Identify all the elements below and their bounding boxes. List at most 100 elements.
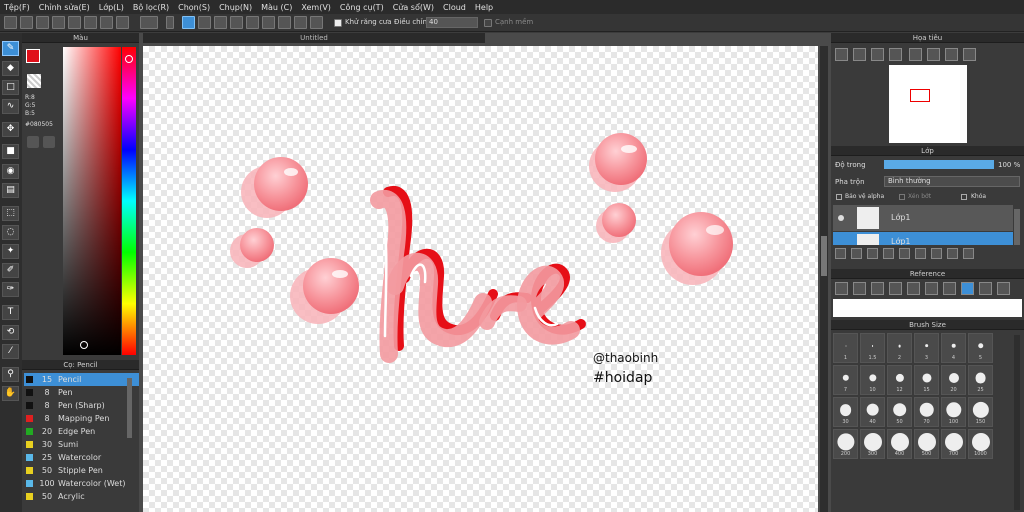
- brush-size-cell[interactable]: 5: [968, 333, 993, 363]
- canvas-tab[interactable]: Untitled: [143, 33, 485, 43]
- antialias-checkbox[interactable]: [334, 19, 342, 27]
- reference-zoom-in-icon[interactable]: [889, 282, 902, 295]
- reference-flip-icon[interactable]: [997, 282, 1010, 295]
- reference-view[interactable]: [833, 299, 1022, 317]
- brush-size-cell[interactable]: 2: [887, 333, 912, 363]
- new-layer-icon[interactable]: [835, 248, 846, 259]
- hue-slider[interactable]: [122, 47, 136, 355]
- fill-tool-icon[interactable]: ◉: [2, 164, 19, 179]
- menu-item[interactable]: Cửa sổ(W): [393, 3, 434, 12]
- visibility-icon[interactable]: [838, 215, 844, 221]
- reference-add-icon[interactable]: [835, 282, 848, 295]
- hand-tool-icon[interactable]: ✋: [2, 386, 19, 401]
- save-icon[interactable]: [68, 16, 81, 29]
- actual-size-icon[interactable]: [889, 48, 902, 61]
- rotate-right-icon[interactable]: [927, 48, 940, 61]
- brush-size-cell[interactable]: 50: [887, 397, 912, 427]
- snap-vanish-icon[interactable]: [230, 16, 243, 29]
- snap-circle-icon[interactable]: [262, 16, 275, 29]
- adjust-input[interactable]: 40: [426, 17, 478, 28]
- snap-off-icon[interactable]: [182, 16, 195, 29]
- menu-item[interactable]: Xem(V): [301, 3, 331, 12]
- brush-size-cell[interactable]: 15: [914, 365, 939, 395]
- menu-item[interactable]: Lớp(L): [99, 3, 124, 12]
- lock-checkbox[interactable]: [961, 194, 967, 200]
- new-icon[interactable]: [4, 16, 17, 29]
- fit-icon[interactable]: [871, 48, 884, 61]
- reference-open-icon[interactable]: [853, 282, 866, 295]
- select-rect-icon[interactable]: ⬚: [2, 206, 19, 221]
- clear-layer-icon[interactable]: [947, 248, 958, 259]
- delete-layer-icon[interactable]: [963, 248, 974, 259]
- soft-edge-checkbox[interactable]: [484, 19, 492, 27]
- snap-settings-icon[interactable]: [310, 16, 323, 29]
- reference-fit-icon[interactable]: [907, 282, 920, 295]
- brush-item[interactable]: 50 Acrylic: [24, 490, 148, 503]
- zoom-out-icon[interactable]: [853, 48, 866, 61]
- magic-wand-icon[interactable]: ✦: [2, 244, 19, 259]
- zoom-in-icon[interactable]: [835, 48, 848, 61]
- palette-icon[interactable]: [27, 136, 39, 148]
- line-tool-icon[interactable]: ∿: [2, 99, 19, 114]
- new-halftone-layer-icon[interactable]: [883, 248, 894, 259]
- brush-size-cell[interactable]: 1000: [968, 429, 993, 459]
- folder-icon[interactable]: [899, 248, 910, 259]
- select-eraser-icon[interactable]: ✑: [2, 282, 19, 297]
- move-tool-icon[interactable]: ✥: [2, 122, 19, 137]
- brush-size-cell[interactable]: 40: [860, 397, 885, 427]
- brush-size-cell[interactable]: 20: [941, 365, 966, 395]
- open-icon[interactable]: [20, 16, 33, 29]
- brush-size-cell[interactable]: 7: [833, 365, 858, 395]
- brush-size-cell[interactable]: 4: [941, 333, 966, 363]
- new-1bit-layer-icon[interactable]: [867, 248, 878, 259]
- flip-icon[interactable]: [945, 48, 958, 61]
- sv-cursor[interactable]: [80, 341, 88, 349]
- brush-size-cell[interactable]: 400: [887, 429, 912, 459]
- layer-row[interactable]: Lớp1: [833, 205, 1013, 231]
- reference-hand-icon[interactable]: [961, 282, 974, 295]
- brush-size-cell[interactable]: 100: [941, 397, 966, 427]
- brush-scrollbar[interactable]: [127, 378, 132, 438]
- menu-item[interactable]: Cloud: [443, 3, 466, 12]
- snap-parallel-icon[interactable]: [198, 16, 211, 29]
- brush-item[interactable]: 100 Watercolor (Wet): [24, 477, 148, 490]
- panel-tool-icon[interactable]: ⟲: [2, 325, 19, 340]
- menu-item[interactable]: Tệp(F): [4, 3, 30, 12]
- layer-row-selected[interactable]: Lớp1: [833, 232, 1013, 245]
- eyedropper-icon[interactable]: ⚲: [2, 367, 19, 382]
- duplicate-layer-icon[interactable]: [915, 248, 926, 259]
- snap-ellipse-icon[interactable]: [294, 16, 307, 29]
- protect-alpha-checkbox[interactable]: [836, 194, 842, 200]
- list-icon[interactable]: [116, 16, 129, 29]
- grid-icon[interactable]: [84, 16, 97, 29]
- canvas-vertical-scrollbar[interactable]: [820, 46, 828, 512]
- rect-tool-icon[interactable]: ■: [2, 144, 19, 159]
- brush-item[interactable]: 30 Sumi: [24, 438, 148, 451]
- menu-item[interactable]: Help: [475, 3, 493, 12]
- brush-size-cell[interactable]: 700: [941, 429, 966, 459]
- merge-down-icon[interactable]: [931, 248, 942, 259]
- snap-curve-icon[interactable]: [278, 16, 291, 29]
- brush-size-cell[interactable]: 1: [833, 333, 858, 363]
- brush-size-cell[interactable]: 500: [914, 429, 939, 459]
- saturation-value-picker[interactable]: [63, 47, 121, 355]
- brush-size-cell[interactable]: 10: [860, 365, 885, 395]
- drawing-canvas[interactable]: @thaobinh #hoidap: [143, 46, 818, 512]
- menu-item[interactable]: Chỉnh sửa(E): [39, 3, 90, 12]
- layout-icon[interactable]: [100, 16, 113, 29]
- brush-item[interactable]: 25 Watercolor: [24, 451, 148, 464]
- menu-item[interactable]: Bộ lọc(R): [133, 3, 169, 12]
- select-pen-icon[interactable]: ✐: [2, 263, 19, 278]
- brush-size-cell[interactable]: 200: [833, 429, 858, 459]
- brush-size-cell[interactable]: 12: [887, 365, 912, 395]
- shape-tool-icon[interactable]: □: [2, 80, 19, 95]
- layer-scrollbar[interactable]: [1014, 209, 1020, 245]
- brush-size-cell[interactable]: 1.5: [860, 333, 885, 363]
- brush-size-cell[interactable]: 70: [914, 397, 939, 427]
- navigator-viewport[interactable]: [910, 89, 930, 102]
- new-8bit-layer-icon[interactable]: [851, 248, 862, 259]
- reference-zoom-out-icon[interactable]: [925, 282, 938, 295]
- text-tool-icon[interactable]: T: [2, 305, 19, 320]
- brush-tool-icon[interactable]: ✎: [2, 41, 19, 56]
- opacity-slider[interactable]: [884, 160, 994, 169]
